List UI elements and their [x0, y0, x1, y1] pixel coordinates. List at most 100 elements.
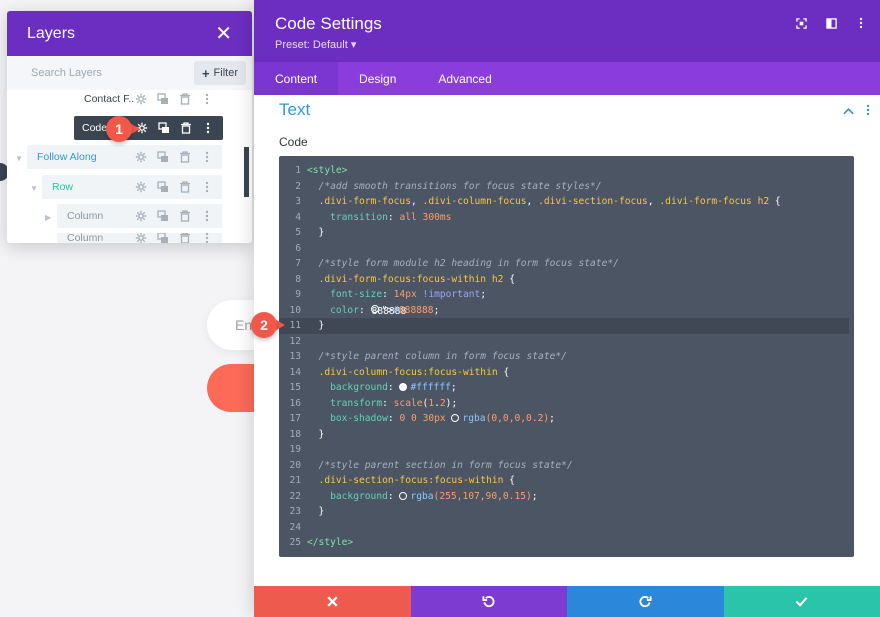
chevron-up-icon[interactable]	[843, 104, 854, 119]
code-line[interactable]: 4 transition: all 300ms	[279, 210, 854, 226]
background-input-placeholder: En	[235, 317, 253, 333]
code-text: </style>	[307, 537, 354, 549]
more-options-icon[interactable]	[854, 16, 868, 30]
line-number: 21	[289, 475, 301, 487]
layer-item[interactable]: Column	[57, 204, 222, 228]
fullscreen-icon[interactable]	[794, 16, 808, 30]
code-line[interactable]: 25 </style>	[279, 535, 854, 551]
filter-button[interactable]: + Filter	[193, 61, 246, 85]
split-view-icon[interactable]	[824, 16, 838, 30]
code-line[interactable]: 10 color: 888888">#888888;	[279, 303, 854, 319]
section-more-icon[interactable]	[866, 104, 870, 119]
text-section-header[interactable]: Text	[254, 95, 880, 123]
code-text: color: 888888">#888888;	[330, 304, 440, 317]
code-text: transform: scale(1.2);	[330, 397, 458, 409]
caret-down-icon[interactable]: ▼	[15, 154, 23, 163]
gear-icon[interactable]	[134, 233, 148, 243]
line-number: 15	[289, 382, 301, 394]
duplicate-icon[interactable]	[156, 180, 170, 194]
close-icon[interactable]: ✕	[215, 21, 232, 46]
code-line[interactable]: 6	[279, 241, 854, 257]
plus-icon: +	[201, 65, 210, 81]
tab-advanced[interactable]: Advanced	[417, 62, 512, 95]
code-line[interactable]: 9 font-size: 14px !important;	[279, 287, 854, 303]
gear-icon[interactable]	[134, 180, 148, 194]
duplicate-icon[interactable]	[156, 150, 170, 164]
code-text: box-shadow: 0 0 30px rgba(0,0,0,0.2);	[330, 413, 555, 425]
preset-dropdown[interactable]: Preset: Default ▾	[275, 38, 356, 51]
gear-icon[interactable]	[134, 92, 148, 106]
more-options-icon[interactable]	[200, 92, 214, 106]
undo-button[interactable]	[410, 586, 567, 617]
code-line[interactable]: 23 }	[279, 504, 854, 520]
code-line[interactable]: 1 <style>	[279, 163, 854, 179]
line-number: 13	[289, 351, 301, 363]
gear-icon[interactable]	[134, 209, 148, 223]
code-line[interactable]: 5 }	[279, 225, 854, 241]
layer-item[interactable]: Column	[57, 233, 222, 243]
more-options-icon[interactable]	[200, 209, 214, 223]
trash-icon[interactable]	[178, 233, 192, 243]
code-line[interactable]: 19	[279, 442, 854, 458]
more-options-icon[interactable]	[200, 233, 214, 243]
callout-number: 2	[251, 312, 277, 338]
code-line[interactable]: 3 .divi-form-focus, .divi-column-focus, …	[279, 194, 854, 210]
code-text: }	[307, 506, 325, 518]
code-line[interactable]: 16 transform: scale(1.2);	[279, 396, 854, 412]
layer-item[interactable]: Contact F...	[74, 87, 222, 111]
code-line[interactable]: 11 }	[279, 318, 849, 334]
modal-tabs: Content Design Advanced	[254, 62, 880, 95]
line-number: 20	[289, 459, 301, 471]
duplicate-icon[interactable]	[157, 121, 171, 135]
layer-item[interactable]: Code	[74, 116, 223, 140]
line-number: 18	[289, 428, 301, 440]
code-text: font-size: 14px !important;	[330, 289, 487, 301]
caret-right-icon[interactable]: ▶	[45, 213, 51, 222]
gear-icon[interactable]	[134, 150, 148, 164]
trash-icon[interactable]	[179, 121, 193, 135]
trash-icon[interactable]	[178, 150, 192, 164]
duplicate-icon[interactable]	[156, 209, 170, 223]
callout-1: 1	[106, 116, 146, 142]
more-options-icon[interactable]	[200, 150, 214, 164]
code-line[interactable]: 18 }	[279, 427, 854, 443]
tab-design[interactable]: Design	[338, 62, 417, 95]
modal-title: Code Settings	[275, 14, 382, 33]
trash-icon[interactable]	[178, 209, 192, 223]
code-line[interactable]: 24	[279, 520, 854, 536]
code-line[interactable]: 17 box-shadow: 0 0 30px rgba(0,0,0,0.2);	[279, 411, 854, 427]
code-line[interactable]: 7 /*style form module h2 heading in form…	[279, 256, 854, 272]
caret-down-icon[interactable]: ▼	[30, 184, 38, 193]
code-line[interactable]: 14 .divi-column-focus:focus-within {	[279, 365, 854, 381]
search-layers-input[interactable]	[31, 67, 171, 79]
line-number: 8	[295, 273, 301, 285]
line-number: 25	[289, 537, 301, 549]
more-options-icon[interactable]	[200, 180, 214, 194]
duplicate-icon[interactable]	[156, 233, 170, 243]
code-line[interactable]: 8 .divi-form-focus:focus-within h2 {	[279, 272, 854, 288]
code-line[interactable]: 13 /*style parent column in form focus s…	[279, 349, 854, 365]
close-icon	[327, 596, 338, 607]
code-line[interactable]: 20 /*style parent section in form focus …	[279, 458, 854, 474]
code-line[interactable]: 22 background: rgba(255,107,90,0.15);	[279, 489, 854, 505]
code-editor[interactable]: 1 <style> 2 /*add smooth transitions for f…	[279, 156, 854, 557]
duplicate-icon[interactable]	[156, 92, 170, 106]
code-line[interactable]: 2 /*add smooth transitions for focus sta…	[279, 179, 854, 195]
code-line[interactable]: 15 background: #ffffff;	[279, 380, 854, 396]
code-line[interactable]: 12	[279, 334, 854, 350]
trash-icon[interactable]	[178, 92, 192, 106]
code-line[interactable]: 21 .divi-section-focus:focus-within {	[279, 473, 854, 489]
layer-item[interactable]: Follow Along	[27, 145, 222, 169]
save-button[interactable]	[723, 586, 880, 617]
redo-button[interactable]	[567, 586, 724, 617]
code-text: transition: all 300ms	[330, 211, 452, 223]
trash-icon[interactable]	[178, 180, 192, 194]
layer-item[interactable]: Row	[42, 175, 222, 199]
cancel-button[interactable]	[254, 586, 411, 617]
tab-content[interactable]: Content	[254, 62, 339, 95]
modal-footer	[254, 586, 880, 617]
layers-scroll-indicator[interactable]	[244, 147, 249, 197]
line-number: 16	[289, 397, 301, 409]
check-icon	[795, 597, 808, 607]
more-options-icon[interactable]	[201, 121, 215, 135]
